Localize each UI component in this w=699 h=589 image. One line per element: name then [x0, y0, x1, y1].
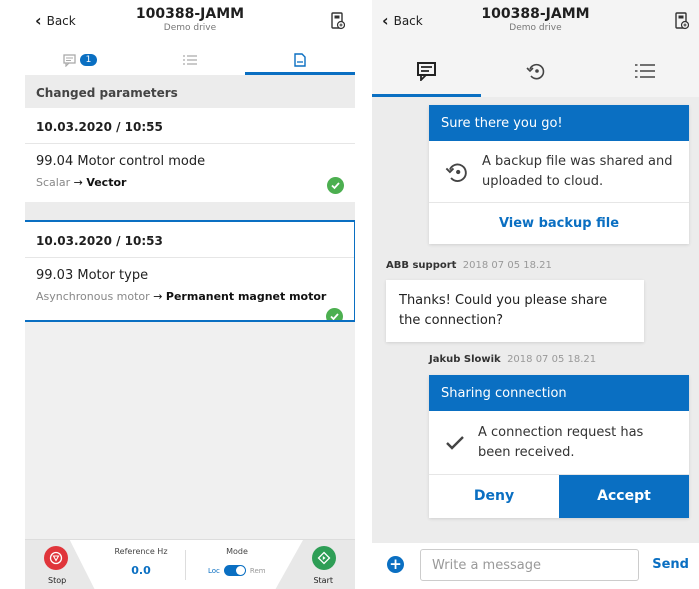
- support-message-meta: ABB support 2018 07 05 18.21: [386, 260, 552, 271]
- drive-subtitle: Demo drive: [509, 23, 562, 33]
- message-time: 2018 07 05 18.21: [507, 354, 597, 365]
- tab-chat[interactable]: [372, 45, 481, 97]
- check-icon: [326, 308, 343, 320]
- tab-chat[interactable]: 1: [25, 45, 135, 75]
- start-icon: [317, 551, 331, 565]
- tab-changed-parameters[interactable]: [245, 45, 355, 75]
- user-message-meta: Jakub Slowik 2018 07 05 18.21: [429, 354, 596, 365]
- parameter-name: 99.04 Motor control mode: [36, 154, 206, 169]
- new-value: Permanent magnet motor: [165, 290, 327, 303]
- backup-card: Sure there you go! A backup file was sha…: [429, 105, 689, 244]
- drive-device-icon[interactable]: [331, 12, 345, 30]
- tab-parameters-list[interactable]: [135, 45, 245, 75]
- deny-button[interactable]: Deny: [429, 475, 559, 518]
- unread-badge: 1: [79, 54, 98, 66]
- parameter-change: Asynchronous motor → Permanent magnet mo…: [36, 290, 343, 303]
- reference-label: Reference Hz: [114, 547, 168, 556]
- check-icon: [327, 177, 344, 194]
- tab-bar: 1: [25, 45, 355, 75]
- mode-loc-label: Loc: [208, 566, 220, 575]
- drive-subtitle: Demo drive: [163, 23, 217, 33]
- change-entry-selected[interactable]: 10.03.2020 / 10:53 99.03 Motor type Asyn…: [25, 220, 355, 322]
- checkmark-icon: [446, 435, 464, 450]
- message-composer: + Send: [372, 543, 699, 589]
- document-icon: [294, 53, 306, 67]
- backup-icon: [525, 63, 544, 80]
- parameter-change: Scalar → Vector: [36, 176, 344, 189]
- stop-icon: [49, 551, 63, 565]
- sender-name: ABB support: [386, 260, 457, 271]
- change-entry[interactable]: 10.03.2020 / 10:55 99.04 Motor control m…: [25, 108, 355, 202]
- support-message-bubble: Thanks! Could you please share the conne…: [386, 280, 644, 342]
- reference-value[interactable]: 0.0: [111, 564, 171, 577]
- parameter-name: 99.03 Motor type: [36, 268, 149, 283]
- old-value: Scalar: [36, 176, 71, 189]
- change-date: 10.03.2020 / 10:55: [25, 108, 355, 144]
- header-bar: ‹ Back 100388-JAMM Demo drive: [372, 0, 699, 45]
- message-time: 2018 07 05 18.21: [462, 260, 552, 271]
- drive-device-icon[interactable]: [675, 12, 689, 30]
- sharing-connection-card: Sharing connection A connection request …: [429, 375, 689, 518]
- stop-label: Stop: [48, 576, 67, 585]
- chat-icon: [416, 62, 436, 81]
- new-value: Vector: [86, 176, 127, 189]
- arrow-right-icon: →: [153, 290, 163, 303]
- section-title: Changed parameters: [25, 75, 355, 108]
- list-icon: [183, 55, 197, 65]
- list-icon: [634, 64, 655, 78]
- sender-name: Jakub Slowik: [429, 354, 501, 365]
- parameters-screen: ‹ Back 100388-JAMM Demo drive 1 Changed …: [25, 0, 355, 589]
- header-bar: ‹ Back 100388-JAMM Demo drive: [25, 0, 355, 45]
- accept-button[interactable]: Accept: [559, 475, 689, 518]
- chat-screen: ‹ Back 100388-JAMM Demo drive Sure there…: [372, 0, 699, 589]
- mode-toggle[interactable]: [223, 565, 246, 576]
- send-button[interactable]: Send: [652, 557, 689, 572]
- tab-bar: [372, 45, 699, 97]
- start-button[interactable]: [312, 546, 336, 570]
- stop-button[interactable]: [44, 546, 68, 570]
- start-label: Start: [313, 576, 333, 585]
- view-backup-file-link[interactable]: View backup file: [429, 203, 689, 244]
- chat-icon: [62, 53, 76, 67]
- divider: [25, 202, 355, 220]
- add-attachment-button[interactable]: +: [387, 556, 404, 573]
- backup-card-title: Sure there you go!: [429, 105, 689, 141]
- sharing-card-title: Sharing connection: [429, 375, 689, 411]
- backup-card-text: A backup file was shared and uploaded to…: [482, 153, 673, 189]
- arrow-right-icon: →: [73, 176, 83, 189]
- drive-title: 100388-JAMM: [481, 6, 590, 22]
- mode-label: Mode: [226, 547, 248, 556]
- message-input[interactable]: [420, 549, 639, 581]
- drive-title: 100388-JAMM: [135, 6, 245, 22]
- tab-backup[interactable]: [481, 45, 590, 97]
- chat-thread[interactable]: Sure there you go! A backup file was sha…: [372, 97, 699, 543]
- drive-control-bar: Stop Reference Hz 0.0 Mode Loc Rem Start: [25, 539, 355, 589]
- mode-rem-label: Rem: [249, 566, 266, 575]
- change-date: 10.03.2020 / 10:53: [25, 222, 354, 258]
- old-value: Asynchronous motor: [36, 290, 150, 303]
- sharing-card-text: A connection request has been received.: [478, 424, 644, 460]
- tab-list[interactable]: [590, 45, 699, 97]
- backup-icon: [445, 163, 467, 182]
